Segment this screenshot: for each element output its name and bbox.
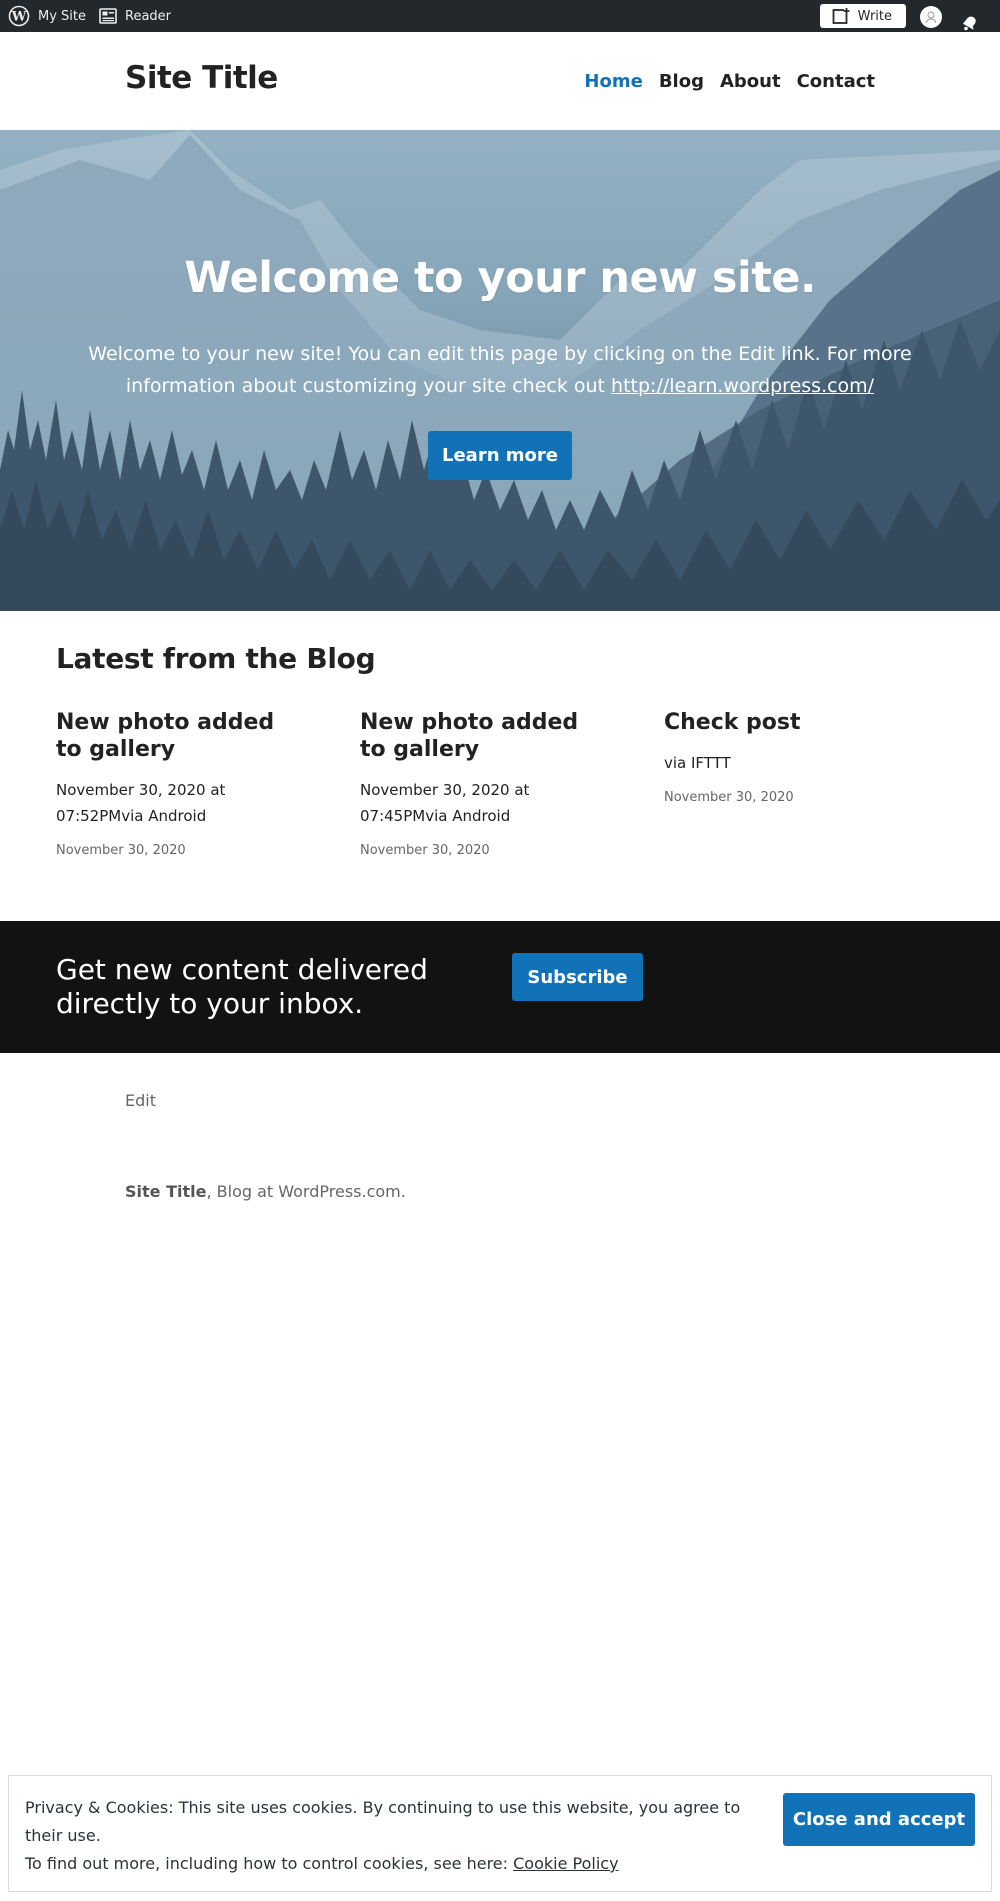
site-footer: Site Title, Blog at WordPress.com. — [125, 1182, 406, 1201]
subscribe-section: Get new content delivered directly to yo… — [0, 921, 1000, 1053]
cookie-more-text: To find out more, including how to contr… — [25, 1854, 514, 1873]
write-button[interactable]: Write — [819, 4, 906, 28]
post-date[interactable]: November 30, 2020 — [56, 843, 306, 858]
hero-text: Welcome to your new site! You can edit t… — [70, 338, 930, 402]
subscribe-button[interactable]: Subscribe — [512, 953, 643, 1001]
primary-nav: Home Blog About Contact — [584, 71, 875, 92]
write-icon — [832, 7, 850, 25]
nav-blog[interactable]: Blog — [659, 71, 704, 92]
nav-contact[interactable]: Contact — [797, 71, 875, 92]
cookie-banner: Privacy & Cookies: This site uses cookie… — [8, 1775, 992, 1892]
reader-label: Reader — [125, 8, 172, 24]
post-excerpt: November 30, 2020 at 07:45PMvia Android — [360, 781, 530, 825]
post-card: New photo added to gallery November 30, … — [56, 709, 306, 858]
post-title[interactable]: New photo added to gallery — [56, 709, 276, 763]
cookie-more: To find out more, including how to contr… — [25, 1850, 765, 1878]
subscribe-text: Get new content delivered directly to yo… — [56, 953, 428, 1020]
post-excerpt: November 30, 2020 at 07:52PMvia Android — [56, 781, 226, 825]
write-label: Write — [857, 8, 892, 24]
my-site-link[interactable]: W My Site — [8, 0, 86, 32]
cookie-policy-link[interactable]: Cookie Policy — [513, 1854, 618, 1873]
admin-bar: W My Site Reader Write — [0, 0, 1000, 32]
notifications-bell-icon — [960, 12, 980, 32]
site-header: Site Title Home Blog About Contact — [0, 32, 1000, 130]
my-site-label: My Site — [38, 8, 87, 24]
edit-link[interactable]: Edit — [125, 1091, 156, 1110]
cookie-text: Privacy & Cookies: This site uses cookie… — [25, 1794, 765, 1878]
post-date[interactable]: November 30, 2020 — [360, 843, 610, 858]
post-date[interactable]: November 30, 2020 — [664, 790, 914, 805]
reader-link[interactable]: Reader — [99, 0, 171, 32]
post-card: New photo added to gallery November 30, … — [360, 709, 610, 858]
post-title[interactable]: Check post — [664, 709, 884, 736]
post-title[interactable]: New photo added to gallery — [360, 709, 580, 763]
learn-wordpress-link[interactable]: http://learn.wordpress.com/ — [611, 375, 874, 397]
cookie-notice: Privacy & Cookies: This site uses cookie… — [25, 1798, 741, 1845]
close-and-accept-button[interactable]: Close and accept — [783, 1793, 975, 1846]
learn-more-button[interactable]: Learn more — [428, 431, 572, 480]
hero-cover: Welcome to your new site. Welcome to you… — [0, 130, 1000, 611]
footer-credit[interactable]: , Blog at WordPress.com. — [206, 1182, 405, 1201]
latest-posts-heading: Latest from the Blog — [56, 642, 376, 675]
avatar[interactable] — [920, 6, 942, 28]
hero-title: Welcome to your new site. — [184, 253, 816, 303]
post-excerpt: via IFTTT — [664, 754, 731, 772]
footer-site-title[interactable]: Site Title — [125, 1182, 206, 1201]
nav-home[interactable]: Home — [584, 71, 642, 92]
latest-posts-section: Latest from the Blog New photo added to … — [0, 611, 1000, 921]
site-title[interactable]: Site Title — [125, 60, 278, 96]
reader-icon — [99, 8, 117, 24]
svg-text:W: W — [11, 10, 27, 25]
post-card: Check post via IFTTT November 30, 2020 — [664, 709, 914, 805]
avatar-icon — [923, 9, 939, 25]
nav-about[interactable]: About — [720, 71, 781, 92]
wordpress-logo-icon: W — [8, 5, 30, 27]
